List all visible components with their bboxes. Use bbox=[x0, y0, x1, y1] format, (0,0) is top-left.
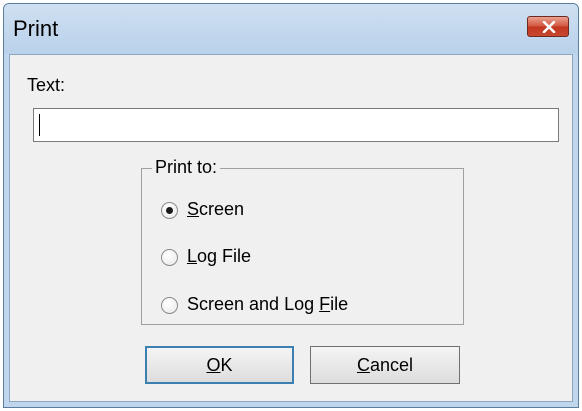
text-input[interactable] bbox=[33, 108, 559, 142]
close-button[interactable] bbox=[527, 16, 569, 37]
radio-button-screen[interactable] bbox=[161, 202, 178, 219]
title-bar[interactable]: Print bbox=[4, 4, 578, 54]
radio-button-log-file[interactable] bbox=[161, 249, 178, 266]
radio-log-file-label: Log File bbox=[187, 246, 252, 266]
text-caret bbox=[39, 114, 40, 136]
print-to-group: Print to: Screen Log File Screen and Log… bbox=[141, 157, 464, 325]
ok-button[interactable]: OK bbox=[145, 346, 294, 384]
dialog-body: Text: Print to: Screen Log File Screen a… bbox=[9, 54, 573, 402]
print-dialog: Print Text: Print to: Screen Log File Sc… bbox=[3, 3, 579, 408]
radio-selected-dot bbox=[166, 207, 173, 214]
cancel-button[interactable]: Cancel bbox=[310, 346, 460, 384]
radio-button-screen-and-log-file[interactable] bbox=[161, 297, 178, 314]
radio-screen-label: Screen bbox=[187, 199, 245, 219]
print-to-legend: Print to: bbox=[152, 157, 221, 178]
close-icon bbox=[542, 21, 556, 33]
radio-screen-and-log-file-label: Screen and Log File bbox=[187, 294, 349, 314]
window-title: Print bbox=[13, 16, 59, 41]
text-label: Text: bbox=[27, 75, 66, 95]
